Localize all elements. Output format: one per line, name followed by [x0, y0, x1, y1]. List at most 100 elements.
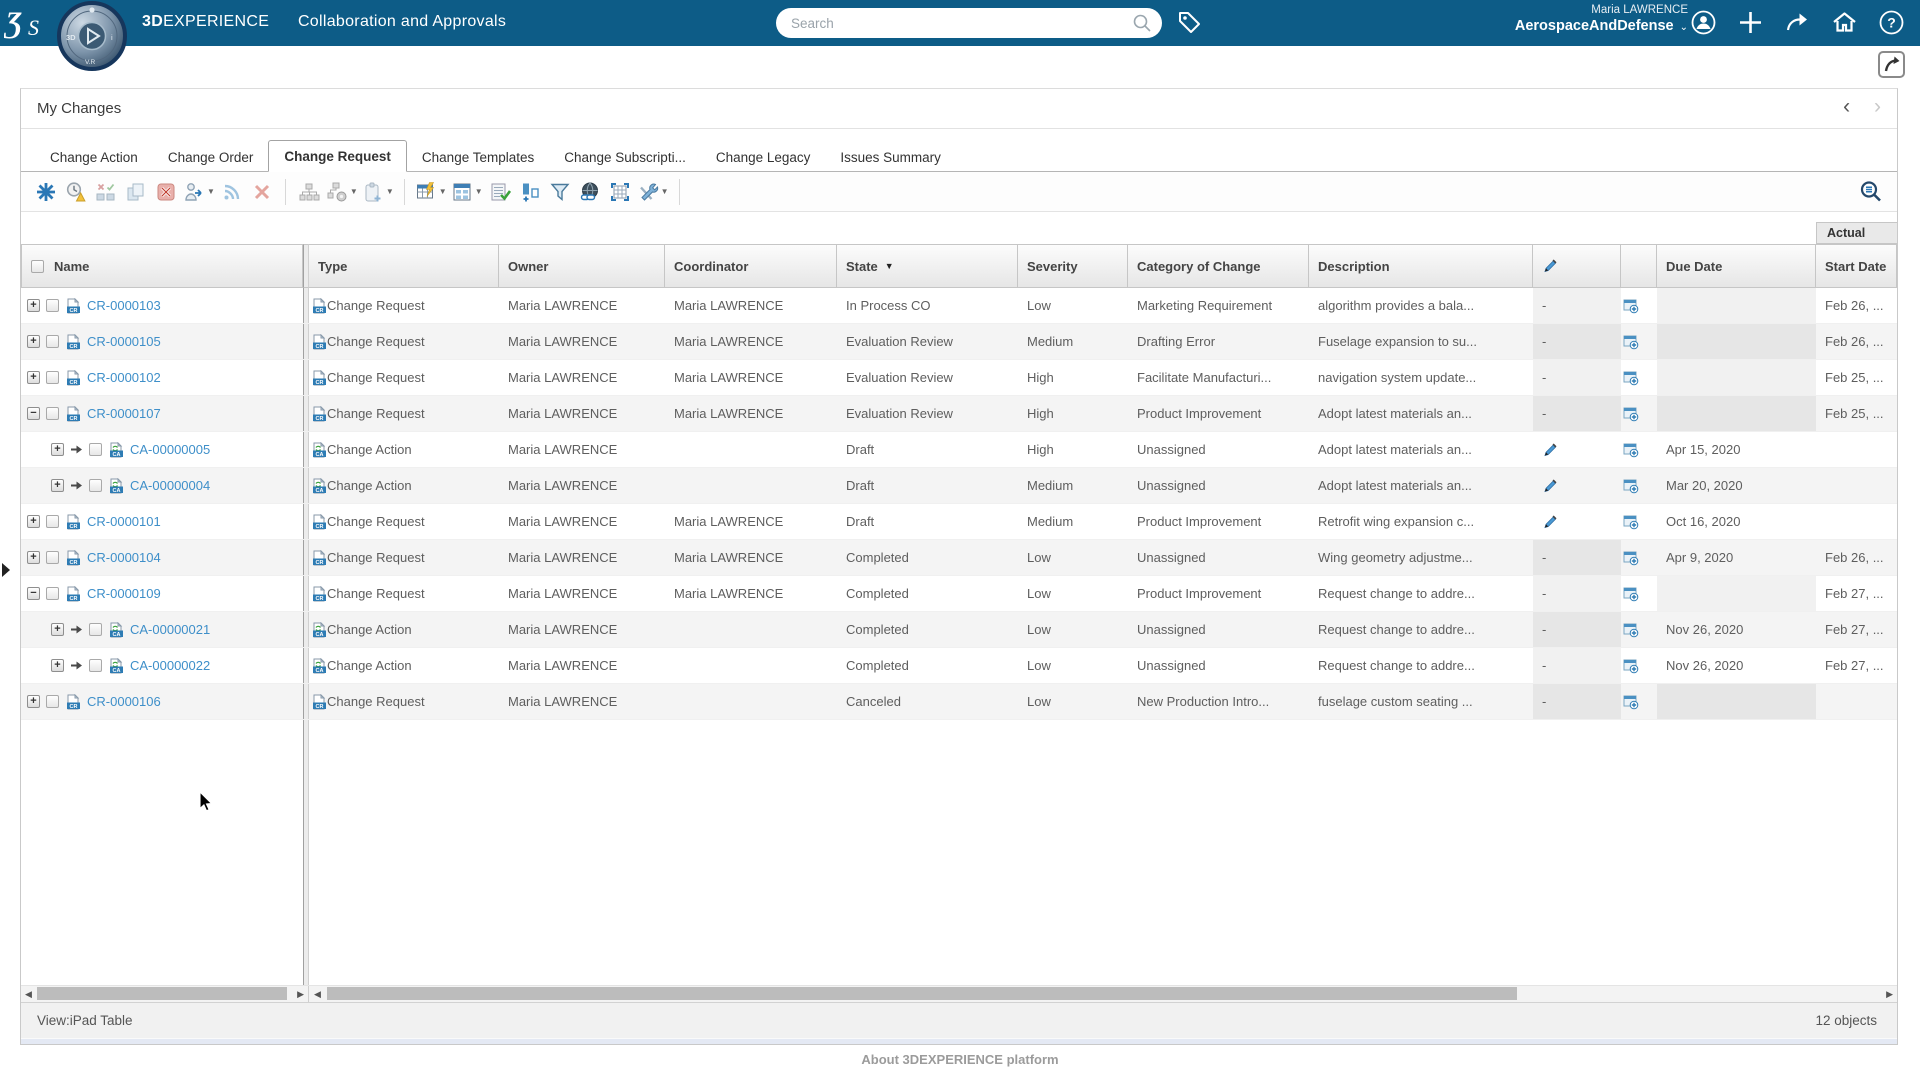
expand-icon[interactable]: + — [27, 371, 40, 384]
column-header-type[interactable]: Type — [309, 244, 499, 288]
right-pane-scrollbar[interactable]: ◀ ▶ — [309, 986, 1897, 1002]
open-in-new-window-icon[interactable] — [1623, 298, 1639, 314]
tag-icon[interactable] — [1176, 9, 1204, 37]
scroll-right-icon[interactable]: ▶ — [297, 989, 304, 1000]
open-in-window-cell[interactable] — [1621, 648, 1657, 683]
collapse-icon[interactable]: − — [27, 587, 40, 600]
row-checkbox[interactable] — [46, 407, 59, 420]
expand-icon[interactable]: + — [27, 515, 40, 528]
pending-analysis-icon[interactable] — [63, 178, 89, 206]
expand-icon[interactable]: + — [51, 479, 64, 492]
row-checkbox[interactable] — [46, 587, 59, 600]
web-link-icon[interactable] — [577, 178, 603, 206]
pin-panel-icon[interactable] — [1878, 51, 1905, 78]
expand-icon[interactable]: + — [27, 551, 40, 564]
column-header-start-date[interactable]: Start Date — [1816, 244, 1897, 288]
open-in-new-window-icon[interactable] — [1623, 514, 1639, 530]
next-page-icon[interactable]: › — [1874, 95, 1881, 118]
open-in-window-cell[interactable] — [1621, 504, 1657, 539]
select-all-checkbox[interactable] — [31, 260, 44, 273]
tab-change-templates[interactable]: Change Templates — [407, 142, 549, 172]
search-input[interactable] — [791, 13, 1111, 33]
table-selection-icon[interactable] — [607, 178, 633, 206]
clipboard-add-icon[interactable]: ▼ — [362, 178, 394, 206]
delete-icon[interactable] — [153, 178, 179, 206]
object-link[interactable]: CR-0000101 — [87, 514, 161, 529]
edit-pencil-icon[interactable] — [1542, 442, 1558, 458]
open-in-new-window-icon[interactable] — [1623, 442, 1639, 458]
scrollbar-thumb[interactable] — [37, 987, 287, 1000]
edit-cell[interactable] — [1533, 432, 1621, 467]
object-link[interactable]: CR-0000106 — [87, 694, 161, 709]
table-search-icon[interactable] — [1859, 180, 1883, 209]
scrollbar-thumb[interactable] — [327, 987, 1517, 1000]
open-in-window-cell[interactable] — [1621, 576, 1657, 611]
open-in-new-window-icon[interactable] — [1623, 550, 1639, 566]
column-header-owner[interactable]: Owner — [499, 244, 665, 288]
tab-change-action[interactable]: Change Action — [35, 142, 153, 172]
scroll-left-icon[interactable]: ◀ — [25, 989, 32, 1000]
open-in-window-cell[interactable] — [1621, 612, 1657, 647]
object-link[interactable]: CA-00000005 — [130, 442, 210, 457]
column-header-category[interactable]: Category of Change — [1128, 244, 1309, 288]
expand-icon[interactable]: + — [27, 695, 40, 708]
open-in-new-window-icon[interactable] — [1623, 586, 1639, 602]
expand-icon[interactable]: + — [51, 443, 64, 456]
copy-icon[interactable] — [123, 178, 149, 206]
structure-options-icon[interactable]: ▼ — [326, 178, 358, 206]
row-checkbox[interactable] — [89, 479, 102, 492]
expand-icon[interactable]: + — [27, 299, 40, 312]
column-header-edit-pencil-icon[interactable] — [1533, 244, 1621, 288]
column-header-due-date[interactable]: Due Date — [1657, 244, 1816, 288]
expand-icon[interactable]: + — [27, 335, 40, 348]
object-link[interactable]: CA-00000022 — [130, 658, 210, 673]
object-link[interactable]: CA-00000021 — [130, 622, 210, 637]
column-header-name[interactable]: Name — [21, 244, 303, 288]
open-in-new-window-icon[interactable] — [1623, 658, 1639, 674]
open-in-new-window-icon[interactable] — [1623, 478, 1639, 494]
3dexperience-compass-button[interactable]: 3D i V.R — [56, 0, 128, 72]
row-checkbox[interactable] — [46, 299, 59, 312]
open-in-window-cell[interactable] — [1621, 684, 1657, 719]
column-header-severity[interactable]: Severity — [1018, 244, 1128, 288]
tab-issues-summary[interactable]: Issues Summary — [825, 142, 956, 172]
tab-change-legacy[interactable]: Change Legacy — [701, 142, 826, 172]
toolbox-icon[interactable]: ▼ — [637, 178, 669, 206]
previous-page-icon[interactable]: ‹ — [1843, 95, 1850, 118]
row-checkbox[interactable] — [46, 695, 59, 708]
checklist-icon[interactable] — [487, 178, 513, 206]
open-in-new-window-icon[interactable] — [1623, 334, 1639, 350]
column-header-description[interactable]: Description — [1309, 244, 1533, 288]
open-in-window-cell[interactable] — [1621, 432, 1657, 467]
remove-icon[interactable] — [249, 178, 275, 206]
create-icon[interactable] — [33, 178, 59, 206]
expand-icon[interactable]: + — [51, 623, 64, 636]
filter-icon[interactable] — [547, 178, 573, 206]
task-status-icon[interactable] — [93, 178, 119, 206]
object-link[interactable]: CR-0000104 — [87, 550, 161, 565]
row-checkbox[interactable] — [46, 371, 59, 384]
column-header-coordinator[interactable]: Coordinator — [665, 244, 837, 288]
open-in-window-cell[interactable] — [1621, 468, 1657, 503]
open-in-new-window-icon[interactable] — [1623, 370, 1639, 386]
about-platform-link[interactable]: About 3DEXPERIENCE platform — [0, 1052, 1920, 1067]
open-in-new-window-icon[interactable] — [1623, 406, 1639, 422]
scroll-left-icon[interactable]: ◀ — [314, 989, 321, 1000]
structure-icon[interactable] — [296, 178, 322, 206]
column-header-state[interactable]: State ▼ — [837, 244, 1018, 288]
row-checkbox[interactable] — [46, 335, 59, 348]
object-link[interactable]: CR-0000109 — [87, 586, 161, 601]
expand-icon[interactable]: + — [51, 659, 64, 672]
open-in-window-cell[interactable] — [1621, 288, 1657, 323]
open-in-new-window-icon[interactable] — [1623, 694, 1639, 710]
row-checkbox[interactable] — [46, 551, 59, 564]
tab-change-order[interactable]: Change Order — [153, 142, 269, 172]
open-in-window-cell[interactable] — [1621, 360, 1657, 395]
add-icon[interactable] — [1737, 9, 1764, 36]
table-display-icon[interactable]: ▼ — [415, 178, 447, 206]
edit-cell[interactable] — [1533, 504, 1621, 539]
left-pane-scrollbar[interactable]: ◀ ▶ — [21, 986, 309, 1002]
row-checkbox[interactable] — [89, 659, 102, 672]
tenant-selector[interactable]: Maria LAWRENCE AerospaceAndDefense⌄ — [1420, 3, 1688, 36]
edit-pencil-icon[interactable] — [1542, 478, 1558, 494]
